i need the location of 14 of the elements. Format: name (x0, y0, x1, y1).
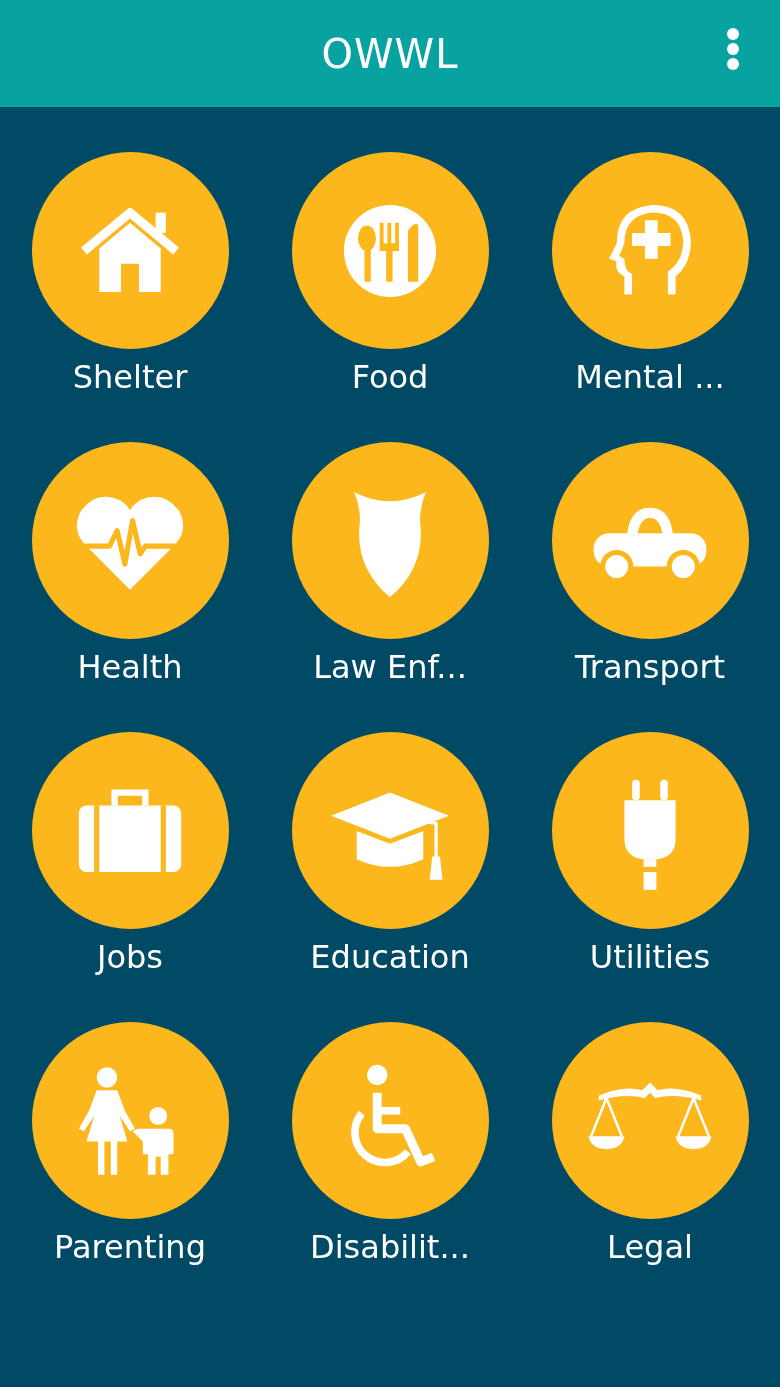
category-label: Utilities (589, 937, 711, 977)
category-label: Transport (574, 647, 726, 687)
category-label: Education (310, 937, 470, 977)
category-label: Health (77, 647, 183, 687)
category-label: Jobs (97, 937, 163, 977)
app-title: OWWL (321, 30, 459, 77)
category-label: Shelter (72, 357, 188, 397)
category-label: Parenting (54, 1227, 206, 1267)
category-label: Food (351, 357, 429, 397)
category-label: Mental ... (575, 357, 725, 397)
more-options-icon[interactable] (726, 28, 740, 70)
category-label: Disabilit... (310, 1227, 470, 1267)
category-label: Legal (607, 1227, 693, 1267)
category-label: Law Enf... (313, 647, 467, 687)
